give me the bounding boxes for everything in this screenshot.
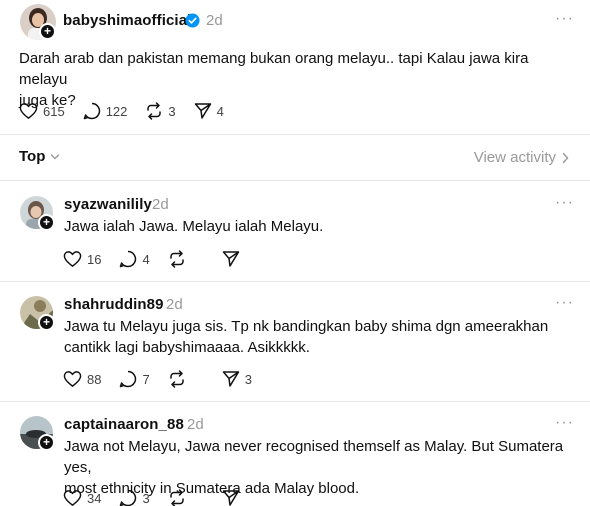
reply-username[interactable]: shahruddin89 (64, 296, 164, 313)
more-options-icon[interactable]: ··· (555, 10, 574, 28)
original-post: + babyshimaofficial 2d ··· Darah arab da… (0, 0, 590, 134)
follow-plus-icon[interactable]: + (38, 214, 55, 231)
reply-item: + shahruddin89 2d ··· Jawa tu Melayu jug… (0, 281, 590, 401)
reply-username[interactable]: captainaaron_88 (64, 416, 184, 433)
sort-dropdown[interactable]: Top (19, 148, 60, 165)
sort-bar: Top View activity (0, 134, 590, 180)
repost-button[interactable] (168, 370, 186, 388)
post-text-line: Darah arab dan pakistan memang bukan ora… (19, 50, 529, 88)
repost-button[interactable] (168, 250, 186, 268)
comment-count: 3 (142, 490, 150, 506)
like-button[interactable]: 16 (63, 250, 101, 268)
like-count: 615 (43, 103, 65, 119)
chevron-right-icon (562, 152, 569, 163)
like-count: 88 (87, 371, 102, 387)
view-activity-link[interactable]: View activity (474, 149, 569, 166)
repost-icon (169, 370, 184, 388)
reply-time: 2d (187, 416, 204, 433)
post-actions: 615 122 3 4 (19, 102, 242, 120)
follow-plus-icon[interactable]: + (39, 23, 56, 40)
send-icon (222, 251, 239, 267)
like-count: 34 (87, 490, 102, 506)
comment-button[interactable]: 122 (83, 102, 128, 120)
reply-time: 2d (166, 296, 183, 313)
reply-text-line: Jawa not Melayu, Jawa never recognised t… (64, 438, 564, 476)
comment-icon (83, 102, 100, 120)
repost-button[interactable]: 3 (145, 102, 176, 120)
reply-time: 2d (152, 196, 169, 213)
comment-count: 4 (142, 251, 150, 267)
comment-button[interactable]: 4 (119, 250, 150, 268)
share-button[interactable]: 4 (194, 102, 224, 120)
like-button[interactable]: 34 (63, 489, 101, 506)
reply-text-line: cantikk lagi babyshimaaaa. Asikkkkk. (64, 339, 310, 356)
heart-icon (19, 103, 38, 119)
repost-button[interactable] (168, 489, 186, 506)
reply-actions: 16 4 (63, 250, 258, 268)
like-button[interactable]: 615 (19, 102, 65, 120)
reply-text-line: Jawa ialah Jawa. Melayu ialah Melayu. (64, 218, 324, 235)
view-activity-label: View activity (473, 149, 556, 166)
heart-icon (63, 490, 82, 506)
share-count: 3 (244, 371, 252, 387)
comment-count: 122 (105, 103, 128, 119)
comment-icon (120, 489, 137, 506)
repost-icon (169, 489, 184, 506)
comment-button[interactable]: 7 (119, 370, 150, 388)
reply-text: Jawa ialah Jawa. Melayu ialah Melayu. (64, 216, 579, 237)
share-button[interactable] (222, 489, 240, 506)
follow-plus-icon[interactable]: + (38, 314, 55, 331)
reply-item: + captainaaron_88 2d ··· Jawa not Melayu… (0, 401, 590, 506)
share-count: 4 (216, 103, 224, 119)
like-button[interactable]: 88 (63, 370, 101, 388)
heart-icon (63, 251, 82, 267)
send-icon (222, 490, 239, 506)
chevron-down-icon (51, 153, 60, 159)
share-button[interactable] (222, 250, 240, 268)
verified-badge-icon (185, 13, 200, 28)
post-time: 2d (206, 12, 223, 29)
reply-text: Jawa tu Melayu juga sis. Tp nk bandingka… (64, 316, 579, 358)
sort-label: Top (19, 148, 46, 165)
heart-icon (63, 371, 82, 387)
like-count: 16 (87, 251, 102, 267)
reply-item: + syazwanilily 2d ··· Jawa ialah Jawa. M… (0, 180, 590, 281)
more-options-icon[interactable]: ··· (555, 194, 574, 212)
comment-count: 7 (142, 371, 150, 387)
follow-plus-icon[interactable]: + (38, 434, 55, 451)
comment-icon (120, 250, 137, 268)
send-icon (222, 371, 239, 387)
more-options-icon[interactable]: ··· (555, 414, 574, 432)
share-button[interactable]: 3 (222, 370, 252, 388)
send-icon (194, 103, 211, 119)
reply-actions: 34 3 (63, 489, 258, 506)
reply-text-line: Jawa tu Melayu juga sis. Tp nk bandingka… (64, 318, 549, 335)
comment-icon (120, 370, 137, 388)
reply-actions: 88 7 3 (63, 370, 270, 388)
post-username[interactable]: babyshimaofficial (63, 12, 191, 29)
repost-icon (147, 102, 162, 120)
reply-username[interactable]: syazwanilily (64, 196, 152, 213)
comment-button[interactable]: 3 (119, 489, 150, 506)
repost-count: 3 (168, 103, 176, 119)
repost-icon (169, 250, 184, 268)
more-options-icon[interactable]: ··· (555, 294, 574, 312)
